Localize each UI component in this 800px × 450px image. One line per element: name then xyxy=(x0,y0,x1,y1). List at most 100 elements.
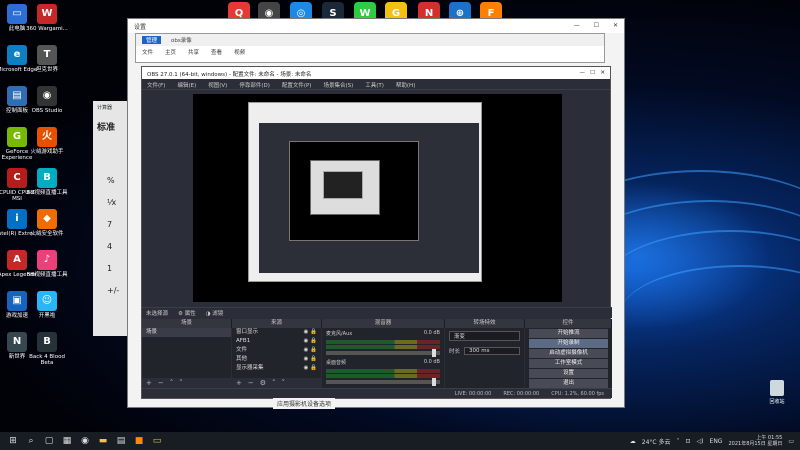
desktop-icon-mango-video[interactable]: B BH视频直播工具 xyxy=(25,168,69,196)
add-icon[interactable]: + xyxy=(146,379,152,387)
move-up-icon[interactable]: ˄ xyxy=(170,379,174,387)
filters-button[interactable]: ◑ 滤镜 xyxy=(206,309,224,317)
properties-button[interactable]: ⚙ 属性 xyxy=(178,309,196,317)
mixer-panel: 麦克风/Aux 0.0 dB 桌面音频 0.0 dB xyxy=(322,328,444,388)
source-item[interactable]: 其他 ◉ 🔒 xyxy=(232,355,321,364)
scene-item[interactable]: 场景 xyxy=(142,328,231,337)
weather-text[interactable]: 24°C 多云 xyxy=(642,437,671,446)
remove-icon[interactable]: − xyxy=(248,379,254,387)
control-button[interactable]: 开始录制 xyxy=(529,339,608,348)
visibility-lock-icon[interactable]: ◉ 🔒 xyxy=(304,356,317,363)
menu-item[interactable]: 停靠部件(D) xyxy=(239,81,270,89)
source-label: 其他 xyxy=(236,356,248,362)
close-button[interactable]: ✕ xyxy=(613,22,618,29)
app-taskbar-icon[interactable]: ■ xyxy=(130,432,148,450)
explorer-taskbar-icon[interactable]: ▬ xyxy=(94,432,112,450)
obs-preview[interactable] xyxy=(193,94,562,302)
menu-item[interactable]: 工具(T) xyxy=(365,81,384,89)
notification-icon[interactable]: ▭ xyxy=(788,438,794,445)
language-indicator[interactable]: ENG xyxy=(710,438,723,445)
menu-item[interactable]: 配置文件(P) xyxy=(282,81,312,89)
source-item[interactable]: 文件 ◉ 🔒 xyxy=(232,346,321,355)
transitions-header: 转场特效 xyxy=(445,319,525,328)
desktop-icon-360-wargaming[interactable]: W 360 Wargami... xyxy=(25,4,69,32)
camera-settings-link[interactable]: 应用摄影机设备选项 xyxy=(273,398,336,409)
move-down-icon[interactable]: ˅ xyxy=(179,379,183,387)
desktop-icon-obs-studio[interactable]: ◉ OBS Studio xyxy=(25,86,69,114)
folder-taskbar-icon[interactable]: ▭ xyxy=(148,432,166,450)
visibility-lock-icon[interactable]: ◉ 🔒 xyxy=(304,347,317,354)
remove-icon[interactable]: − xyxy=(158,379,164,387)
clock-date: 2021年8月15日 星期日 xyxy=(728,441,783,447)
preview-window-capture xyxy=(248,102,482,282)
menu-item[interactable]: 场景集合(S) xyxy=(323,81,353,89)
menu-item[interactable]: 文件(F) xyxy=(147,81,165,89)
transition-select[interactable]: 渐变 xyxy=(449,331,520,341)
task-view-icon[interactable]: ▢ xyxy=(40,432,58,450)
preview-core xyxy=(323,171,363,199)
start-icon[interactable]: ⊞ xyxy=(4,432,22,450)
ribbon-tab[interactable]: 共享 xyxy=(188,48,199,56)
desktop-icon-back4blood[interactable]: B Back 4 Blood Beta xyxy=(25,332,69,367)
chevron-up-icon[interactable]: ˄ xyxy=(677,438,680,445)
widgets-icon[interactable]: ▦ xyxy=(58,432,76,450)
source-item[interactable]: 显示器采集 ◉ 🔒 xyxy=(232,364,321,373)
desktop-icon-live-tool[interactable]: ♪ BH视频直播工具 xyxy=(25,250,69,278)
clock[interactable]: 上午 01:55 2021年8月15日 星期日 xyxy=(728,435,782,447)
control-button[interactable]: 启动虚拟摄像机 xyxy=(529,349,608,358)
obs-title: OBS 27.0.1 (64-bit, windows) - 配置文件: 未命名… xyxy=(147,72,312,78)
desktop-icon-wot[interactable]: T 坦克世界 xyxy=(25,45,69,73)
weather-icon[interactable]: ☁ xyxy=(630,438,636,445)
desktop-icon-chat[interactable]: ☺ 开黑啦 xyxy=(25,291,69,319)
menu-item[interactable]: 帮助(H) xyxy=(396,81,415,89)
volume-slider[interactable] xyxy=(326,378,440,386)
mixer-channel-header: 麦克风/Aux 0.0 dB xyxy=(322,328,444,339)
volume-slider[interactable] xyxy=(326,349,440,357)
duration-input[interactable]: 300 ms xyxy=(464,347,520,355)
source-label: AFB1 xyxy=(236,338,251,344)
volume-meter xyxy=(326,340,440,344)
no-source-label: 未选择源 xyxy=(146,311,169,317)
control-button[interactable]: 工作室模式 xyxy=(529,359,608,368)
menu-item[interactable]: 编辑(E) xyxy=(177,81,196,89)
tab-manage[interactable]: 管理 xyxy=(142,36,162,44)
obs-window[interactable]: OBS 27.0.1 (64-bit, windows) - 配置文件: 未命名… xyxy=(141,66,612,399)
ribbon-tab[interactable]: 查看 xyxy=(211,48,222,56)
mango-video-icon: B xyxy=(37,168,57,188)
minimize-button[interactable]: — xyxy=(574,22,580,29)
maximize-button[interactable]: ☐ xyxy=(594,22,599,29)
move-down-icon[interactable]: ˅ xyxy=(282,379,286,387)
calculator-taskbar-icon[interactable]: ▤ xyxy=(112,432,130,450)
source-item[interactable]: AFB1 ◉ 🔒 xyxy=(232,337,321,346)
maximize-button[interactable]: ☐ xyxy=(590,70,595,76)
ribbon-tab[interactable]: 文件 xyxy=(142,48,153,56)
obs-taskbar-icon[interactable]: ◉ xyxy=(76,432,94,450)
control-button[interactable]: 设置 xyxy=(529,369,608,378)
add-icon[interactable]: + xyxy=(236,379,242,387)
close-button[interactable]: ✕ xyxy=(600,70,605,76)
control-button[interactable]: 开始推流 xyxy=(529,329,608,338)
visibility-lock-icon[interactable]: ◉ 🔒 xyxy=(304,365,317,372)
recycle-bin[interactable]: 回收站 xyxy=(762,380,792,405)
source-item[interactable]: 窗口显示 ◉ 🔒 xyxy=(232,328,321,337)
desktop-icon-label: BH视频直播工具 xyxy=(26,190,68,196)
recycle-bin-label: 回收站 xyxy=(769,399,785,405)
scenes-panel: 场景 + − ˄ ˅ xyxy=(142,328,231,388)
control-button[interactable]: 退出 xyxy=(529,379,608,388)
menu-item[interactable]: 视图(V) xyxy=(208,81,227,89)
network-icon[interactable]: ⊡ xyxy=(686,438,691,445)
desktop-icon-security[interactable]: ◆ 火绒安全软件 xyxy=(25,209,69,237)
visibility-lock-icon[interactable]: ◉ 🔒 xyxy=(304,329,317,336)
search-icon[interactable]: ⌕ xyxy=(22,432,40,450)
minimize-button[interactable]: — xyxy=(579,70,585,76)
ribbon-tab[interactable]: 视频 xyxy=(234,48,245,56)
desktop-icon-label: 开黑啦 xyxy=(38,313,56,319)
volume-icon[interactable]: ◁) xyxy=(697,438,704,445)
ribbon-tab[interactable]: 主页 xyxy=(165,48,176,56)
move-up-icon[interactable]: ˄ xyxy=(272,379,276,387)
explorer-inner-window[interactable]: 管理 obs录像 文件 主页 共享 查看 视频 xyxy=(135,33,605,63)
visibility-lock-icon[interactable]: ◉ 🔒 xyxy=(304,338,317,345)
gear-icon[interactable]: ⚙ xyxy=(260,379,266,387)
desktop-icon-game-tool[interactable]: 火火绒游戏助手 xyxy=(25,127,69,155)
wot-icon: T xyxy=(37,45,57,65)
